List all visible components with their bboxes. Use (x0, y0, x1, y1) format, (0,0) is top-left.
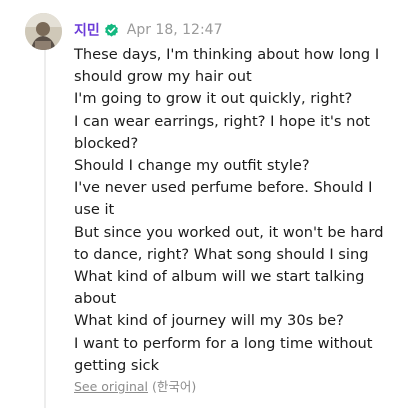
author-name[interactable]: 지민 (74, 20, 100, 40)
comment-line: I can wear earrings, right? I hope it's … (74, 112, 371, 130)
comment-line: What kind of album will we start talking (74, 268, 365, 286)
avatar[interactable] (25, 13, 62, 50)
comment-header: 지민 Apr 18, 12:47 (74, 19, 223, 41)
comment-line: blocked? (74, 134, 139, 152)
see-original-link[interactable]: See original (74, 379, 148, 394)
comment-line: getting sick (74, 356, 160, 374)
comment-line: to dance, right? What song should I sing (74, 245, 369, 263)
avatar-image (25, 13, 62, 50)
translation-footer: See original (한국어) (74, 376, 196, 395)
comment-line: I want to perform for a long time withou… (74, 334, 373, 352)
comment-line: What kind of journey will my 30s be? (74, 312, 344, 330)
comment-line: should grow my hair out (74, 68, 252, 86)
thread-line (44, 50, 46, 408)
comment-line: Should I change my outfit style? (74, 157, 310, 175)
comment-line: But since you worked out, it won't be ha… (74, 223, 384, 241)
verified-check-icon (104, 23, 119, 38)
timestamp: Apr 18, 12:47 (126, 22, 223, 38)
comment-line: These days, I'm thinking about how long … (74, 46, 380, 63)
comment-body: These days, I'm thinking about how long … (74, 44, 404, 377)
comment-line: I've never used perfume before. Should I (74, 179, 373, 197)
comment-line: use it (74, 201, 115, 219)
comment-line: about (74, 290, 117, 308)
original-language-label: (한국어) (152, 379, 197, 394)
comment-line: I'm going to grow it out quickly, right? (74, 90, 353, 108)
